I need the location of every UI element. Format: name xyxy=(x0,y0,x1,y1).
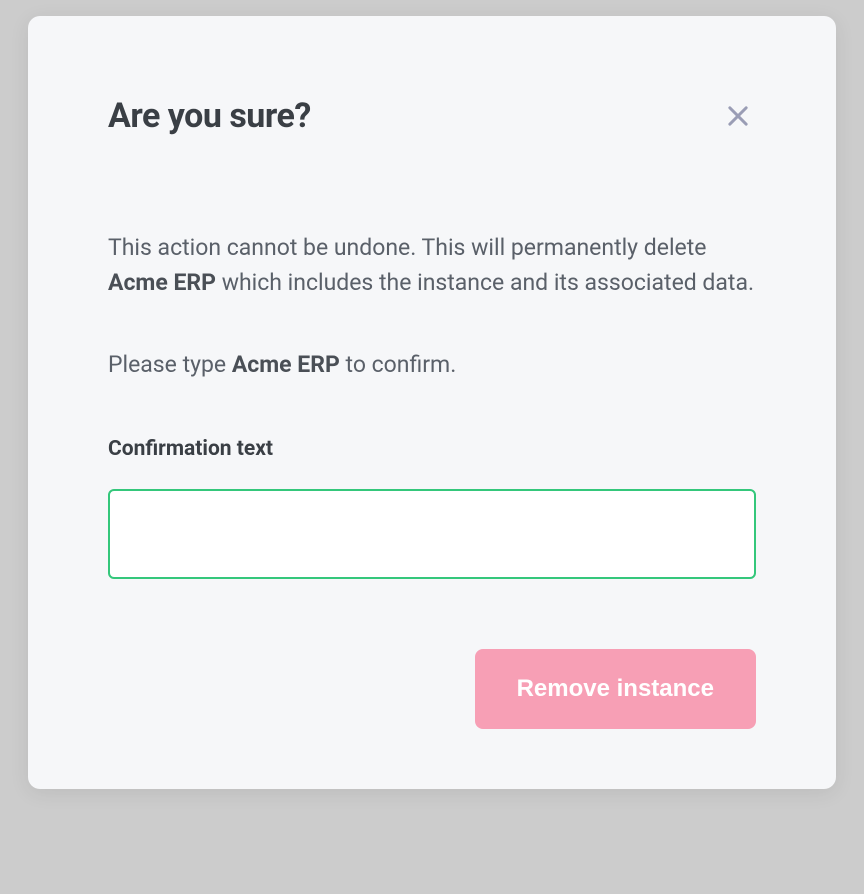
warning-text: This action cannot be undone. This will … xyxy=(108,231,756,300)
remove-instance-button[interactable]: Remove instance xyxy=(475,649,756,729)
confirm-prefix: Please type xyxy=(108,351,232,378)
warning-suffix: which includes the instance and its asso… xyxy=(216,269,754,296)
modal-title: Are you sure? xyxy=(108,96,311,136)
modal-header: Are you sure? xyxy=(108,96,756,136)
confirmation-input[interactable] xyxy=(108,489,756,579)
confirm-delete-modal: Are you sure? This action cannot be undo… xyxy=(28,16,836,789)
confirm-name-bold: Acme ERP xyxy=(232,351,340,378)
close-button[interactable] xyxy=(720,98,756,134)
confirm-suffix: to confirm. xyxy=(340,351,456,378)
instance-name-bold: Acme ERP xyxy=(108,269,216,296)
modal-body: This action cannot be undone. This will … xyxy=(108,231,756,579)
confirmation-label: Confirmation text xyxy=(108,437,756,461)
modal-footer: Remove instance xyxy=(108,649,756,729)
modal-backdrop: Are you sure? This action cannot be undo… xyxy=(0,0,864,894)
close-icon xyxy=(724,102,752,130)
confirm-prompt: Please type Acme ERP to confirm. xyxy=(108,348,756,383)
warning-prefix: This action cannot be undone. This will … xyxy=(108,234,706,261)
